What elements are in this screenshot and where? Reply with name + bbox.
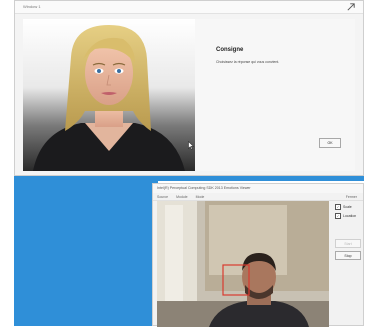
emotions-viewer-titlebar: Intel(R) Perceptual Computing SDK 2013 E… — [153, 184, 363, 193]
location-label: Location — [343, 214, 357, 218]
scale-label: Scale — [343, 205, 352, 209]
emotions-viewer-window: Intel(R) Perceptual Computing SDK 2013 E… — [152, 183, 364, 327]
desktop-background — [14, 180, 158, 326]
menu-item-source[interactable]: Source — [157, 195, 168, 199]
location-checkbox[interactable]: ✓ — [335, 213, 341, 219]
option-location[interactable]: ✓ Location — [335, 213, 363, 219]
options-panel: ✓ Scale ✓ Location Start Stop — [331, 201, 363, 327]
avatar-window-title: Window 1 — [23, 4, 41, 9]
expand-icon[interactable] — [347, 3, 355, 11]
close-link[interactable]: Fermer — [346, 195, 357, 199]
emotions-viewer-title: Intel(R) Perceptual Computing SDK 2013 E… — [157, 186, 251, 190]
instruction-heading: Consigne — [216, 47, 244, 53]
camera-image — [157, 201, 329, 327]
menu-item-mode[interactable]: Mode — [196, 195, 205, 199]
instruction-text: Choisissez la réponse qui vous convient. — [216, 60, 280, 64]
scale-checkbox[interactable]: ✓ — [335, 204, 341, 210]
avatar-pane — [23, 19, 195, 171]
menu-bar: Source Module Mode Fermer — [153, 193, 363, 201]
avatar-window: Window 1 Consigne Choisissez la réponse … — [14, 0, 364, 176]
avatar-window-titlebar: Window 1 — [15, 1, 363, 14]
stop-button[interactable]: Stop — [335, 251, 361, 260]
menu-item-module[interactable]: Module — [176, 195, 187, 199]
avatar-image — [33, 25, 185, 171]
option-scale[interactable]: ✓ Scale — [335, 204, 363, 210]
mouse-cursor-icon — [188, 141, 194, 150]
start-button[interactable]: Start — [335, 239, 361, 248]
camera-feed — [157, 201, 329, 327]
instruction-pane: Consigne Choisissez la réponse qui vous … — [195, 19, 355, 171]
ok-button[interactable]: OK — [319, 138, 341, 148]
